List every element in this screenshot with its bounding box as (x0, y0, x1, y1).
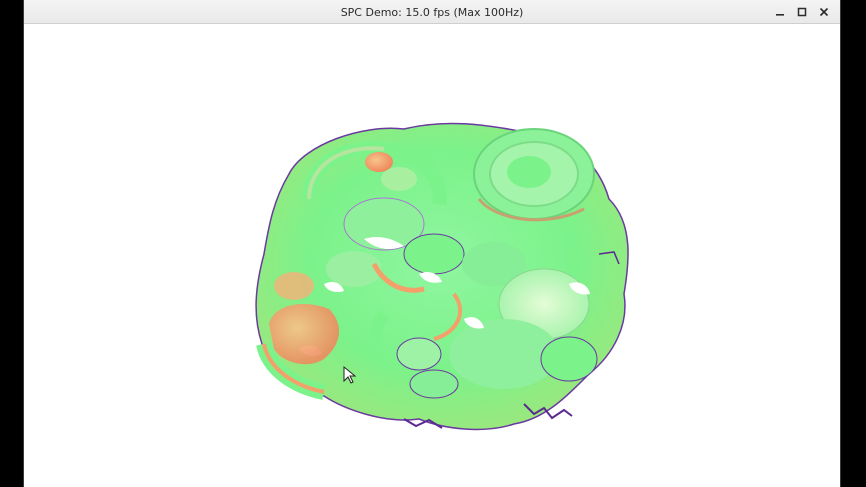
minimize-icon (776, 14, 784, 16)
screen-frame: SPC Demo: 15.0 fps (Max 100Hz) (0, 0, 866, 487)
close-icon (819, 7, 829, 17)
disc-structure (473, 128, 595, 222)
render-viewport[interactable] (24, 24, 840, 487)
title-bar[interactable]: SPC Demo: 15.0 fps (Max 100Hz) (24, 0, 840, 24)
window-controls (768, 0, 834, 24)
close-button[interactable] (814, 2, 834, 22)
minimize-button[interactable] (770, 2, 790, 22)
volumetric-surface-render[interactable] (24, 24, 840, 487)
app-window: SPC Demo: 15.0 fps (Max 100Hz) (23, 0, 841, 487)
maximize-icon (797, 7, 807, 17)
window-title: SPC Demo: 15.0 fps (Max 100Hz) (340, 6, 524, 19)
maximize-button[interactable] (792, 2, 812, 22)
